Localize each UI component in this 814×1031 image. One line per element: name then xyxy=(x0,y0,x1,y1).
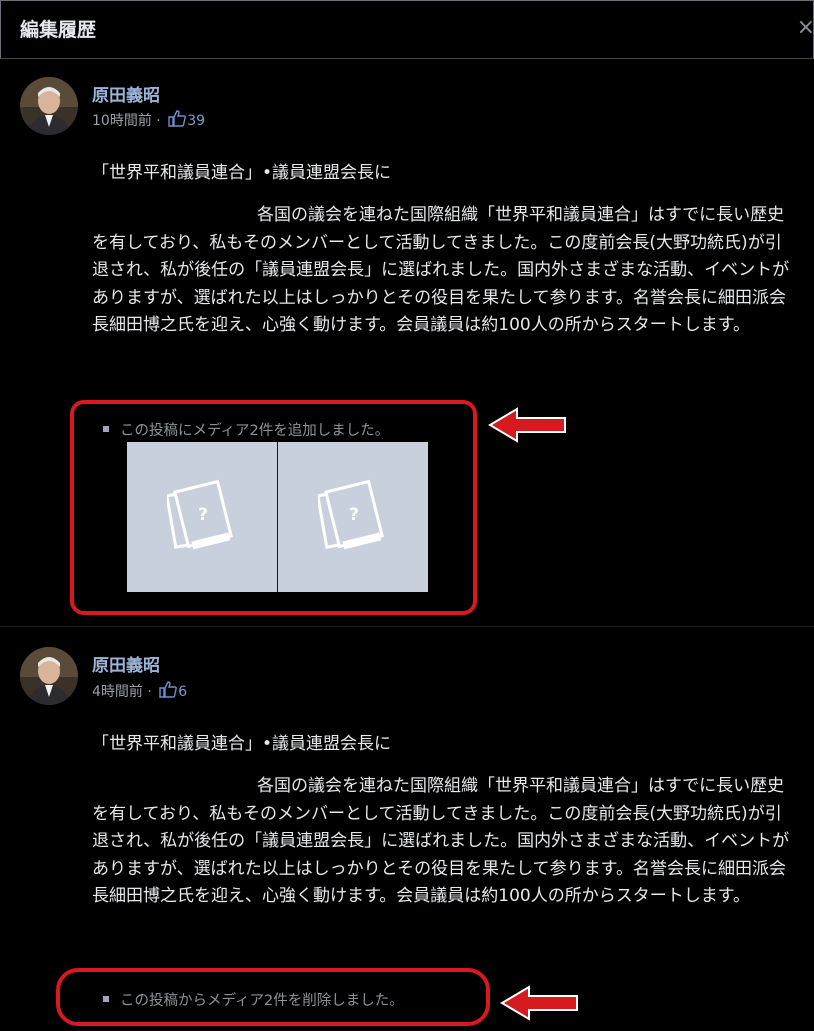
post-title: 「世界平和議員連合」•議員連盟会長に xyxy=(92,163,392,183)
annotation-highlight-box xyxy=(56,968,490,1026)
post-meta: 4時間前 · 6 xyxy=(92,681,187,702)
meta-separator: · xyxy=(156,113,161,129)
post-body: 各国の議会を連ねた国際組織「世界平和議員連合」はすでに長い歴史を有しており、私も… xyxy=(92,776,790,906)
avatar[interactable] xyxy=(20,647,78,705)
annotation-highlight-box xyxy=(70,400,477,615)
close-icon[interactable]: × xyxy=(797,15,814,40)
dialog-title: 編集履歴 xyxy=(20,19,97,41)
like-count[interactable]: 39 xyxy=(187,113,205,129)
entry-divider xyxy=(0,626,814,627)
meta-separator: · xyxy=(147,684,152,700)
author-name[interactable]: 原田義昭 xyxy=(92,651,160,676)
annotation-arrow-icon xyxy=(500,985,578,1021)
author-name[interactable]: 原田義昭 xyxy=(92,81,160,106)
post-meta: 10時間前 · 39 xyxy=(92,110,205,131)
post-title: 「世界平和議員連合」•議員連盟会長に xyxy=(92,734,392,754)
like-icon xyxy=(159,681,178,702)
avatar[interactable] xyxy=(20,77,78,135)
dialog-header: 編集履歴 × xyxy=(0,0,814,59)
like-icon xyxy=(168,110,187,131)
annotation-arrow-icon xyxy=(488,407,566,443)
timestamp[interactable]: 4時間前 xyxy=(92,684,143,700)
like-count[interactable]: 6 xyxy=(178,684,187,700)
post-body: 各国の議会を連ねた国際組織「世界平和議員連合」はすでに長い歴史を有しており、私も… xyxy=(92,205,790,335)
timestamp[interactable]: 10時間前 xyxy=(92,113,152,129)
